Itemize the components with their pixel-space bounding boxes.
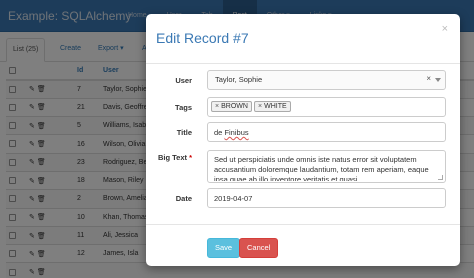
title-value-prefix: de	[214, 128, 225, 137]
user-label: User	[175, 76, 192, 85]
title-input-value: de Finibus	[214, 128, 249, 137]
user-row: User Taylor, Sophie ×	[146, 70, 460, 90]
edit-record-modal: Edit Record #7 × User Taylor, Sophie × T…	[146, 14, 460, 266]
big-text-value: Sed ut perspiciatis unde omnis iste natu…	[214, 155, 429, 181]
resize-handle-icon[interactable]	[438, 175, 443, 180]
user-select-value: Taylor, Sophie	[215, 75, 263, 84]
date-input-value: 2019-04-07	[214, 194, 253, 203]
close-icon[interactable]: ×	[442, 23, 448, 35]
modal-title: Edit Record #7	[156, 30, 249, 46]
big-text-label: Big Text *	[132, 153, 192, 162]
title-row: Title de Finibus	[146, 122, 460, 142]
date-label: Date	[175, 194, 192, 203]
tag-chip-brown: × BROWN	[211, 101, 252, 112]
big-text-label-text: Big Text	[157, 153, 187, 162]
modal-header: Edit Record #7 ×	[146, 14, 460, 64]
save-button[interactable]: Save	[207, 238, 241, 258]
tag-chip-label: BROWN	[221, 103, 248, 110]
chevron-down-icon[interactable]	[435, 78, 441, 82]
big-text-textarea[interactable]: Sed ut perspiciatis unde omnis iste natu…	[207, 150, 446, 183]
remove-tag-icon[interactable]: ×	[215, 103, 219, 110]
spellcheck-word: Finibus	[224, 128, 249, 137]
clear-icon[interactable]: ×	[426, 74, 431, 83]
cancel-button[interactable]: Cancel	[239, 238, 279, 258]
tags-row: Tags × BROWN × WHITE	[146, 97, 460, 117]
tag-chip-white: × WHITE	[254, 101, 291, 112]
remove-tag-icon[interactable]: ×	[258, 103, 262, 110]
date-row: Date 2019-04-07	[146, 188, 460, 208]
tags-label: Tags	[175, 103, 192, 112]
title-label: Title	[176, 128, 192, 137]
modal-footer: Save Cancel	[146, 224, 460, 266]
user-select[interactable]: Taylor, Sophie ×	[207, 70, 446, 90]
tags-input[interactable]: × BROWN × WHITE	[207, 97, 446, 117]
title-input[interactable]: de Finibus	[207, 122, 446, 142]
big-text-row: Big Text * Sed ut perspiciatis unde omni…	[146, 150, 460, 183]
tag-chip-label: WHITE	[264, 103, 287, 110]
required-mark: *	[189, 153, 192, 162]
date-input[interactable]: 2019-04-07	[207, 188, 446, 208]
